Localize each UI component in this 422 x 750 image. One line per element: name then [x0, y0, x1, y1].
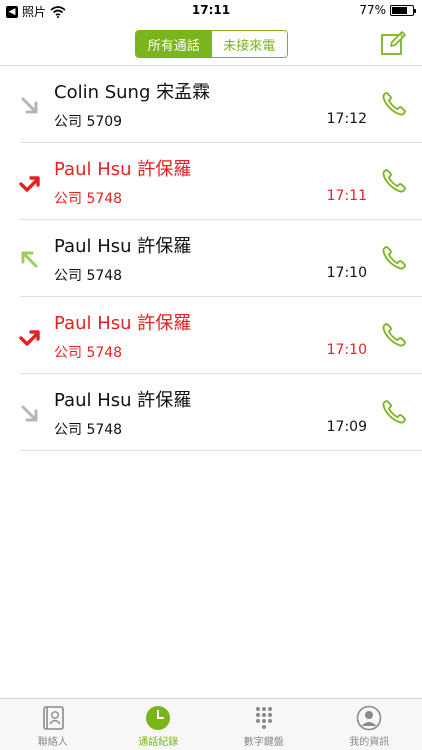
- contacts-icon: [42, 706, 64, 730]
- call-time: 17:12: [326, 111, 367, 127]
- call-row[interactable]: Paul Hsu 許保羅 公司 5748 17:10: [0, 220, 422, 297]
- tab-contacts[interactable]: 聯絡人: [0, 699, 106, 750]
- call-time: 17:10: [326, 265, 367, 281]
- phone-call-icon[interactable]: [380, 167, 408, 195]
- tab-call-history[interactable]: 通話紀錄: [106, 699, 212, 750]
- row-divider: [20, 450, 422, 451]
- call-time: 17:10: [326, 342, 367, 358]
- call-filter-segmented-control: 所有通話 未接來電: [135, 30, 288, 58]
- incoming-call-arrow-icon: [21, 405, 38, 422]
- tab-label-keypad: 數字鍵盤: [243, 737, 284, 748]
- keypad-icon: [255, 707, 272, 729]
- battery-fill: [392, 6, 408, 14]
- caller-name: Colin Sung 宋孟霖: [54, 82, 211, 103]
- caller-name: Paul Hsu 許保羅: [54, 390, 192, 411]
- top-bar: 所有通話 未接來電: [0, 22, 422, 66]
- caller-extension: 公司 5748: [54, 345, 123, 361]
- segment-all-calls[interactable]: 所有通話: [136, 31, 212, 57]
- tab-label-my-info: 我的資訊: [349, 737, 390, 748]
- call-history-list: Colin Sung 宋孟霖 公司 5709 17:12 Paul Hsu 許保…: [0, 66, 422, 451]
- status-right: 77%: [359, 3, 416, 17]
- battery-icon: [390, 4, 416, 16]
- profile-icon: [356, 705, 382, 731]
- caller-name: Paul Hsu 許保羅: [54, 236, 192, 257]
- bottom-tab-bar: 聯絡人 通話紀錄 數字鍵盤 我的資訊: [0, 698, 422, 750]
- phone-call-icon[interactable]: [380, 398, 408, 426]
- caller-extension: 公司 5748: [54, 422, 123, 438]
- phone-call-icon[interactable]: [380, 321, 408, 349]
- missed-call-arrow-icon: [19, 176, 40, 192]
- segment-missed-calls[interactable]: 未接來電: [211, 31, 287, 57]
- call-row[interactable]: Colin Sung 宋孟霖 公司 5709 17:12: [0, 66, 422, 143]
- phone-call-icon[interactable]: [380, 244, 408, 272]
- call-time: 17:11: [326, 188, 367, 204]
- compose-icon[interactable]: [380, 30, 406, 56]
- caller-extension: 公司 5748: [54, 268, 123, 284]
- tab-keypad[interactable]: 數字鍵盤: [211, 699, 317, 750]
- phone-call-icon[interactable]: [380, 90, 408, 118]
- call-time: 17:09: [326, 419, 367, 435]
- tab-label-call-history: 通話紀錄: [138, 737, 179, 748]
- tab-label-contacts: 聯絡人: [37, 737, 68, 748]
- caller-extension: 公司 5748: [54, 191, 123, 207]
- call-row[interactable]: Paul Hsu 許保羅 公司 5748 17:11: [0, 143, 422, 220]
- missed-call-arrow-icon: [19, 330, 40, 346]
- outgoing-call-arrow-icon: [21, 251, 38, 268]
- clock-icon: [146, 706, 171, 730]
- incoming-call-arrow-icon: [21, 97, 38, 114]
- status-bar: ◀ 照片 17:11 77%: [0, 0, 422, 22]
- call-row[interactable]: Paul Hsu 許保羅 公司 5748 17:10: [0, 297, 422, 374]
- caller-name: Paul Hsu 許保羅: [54, 159, 192, 180]
- caller-name: Paul Hsu 許保羅: [54, 313, 192, 334]
- tab-my-info[interactable]: 我的資訊: [317, 699, 422, 750]
- caller-extension: 公司 5709: [54, 114, 123, 130]
- battery-percent: 77%: [359, 3, 386, 17]
- call-row[interactable]: Paul Hsu 許保羅 公司 5748 17:09: [0, 374, 422, 451]
